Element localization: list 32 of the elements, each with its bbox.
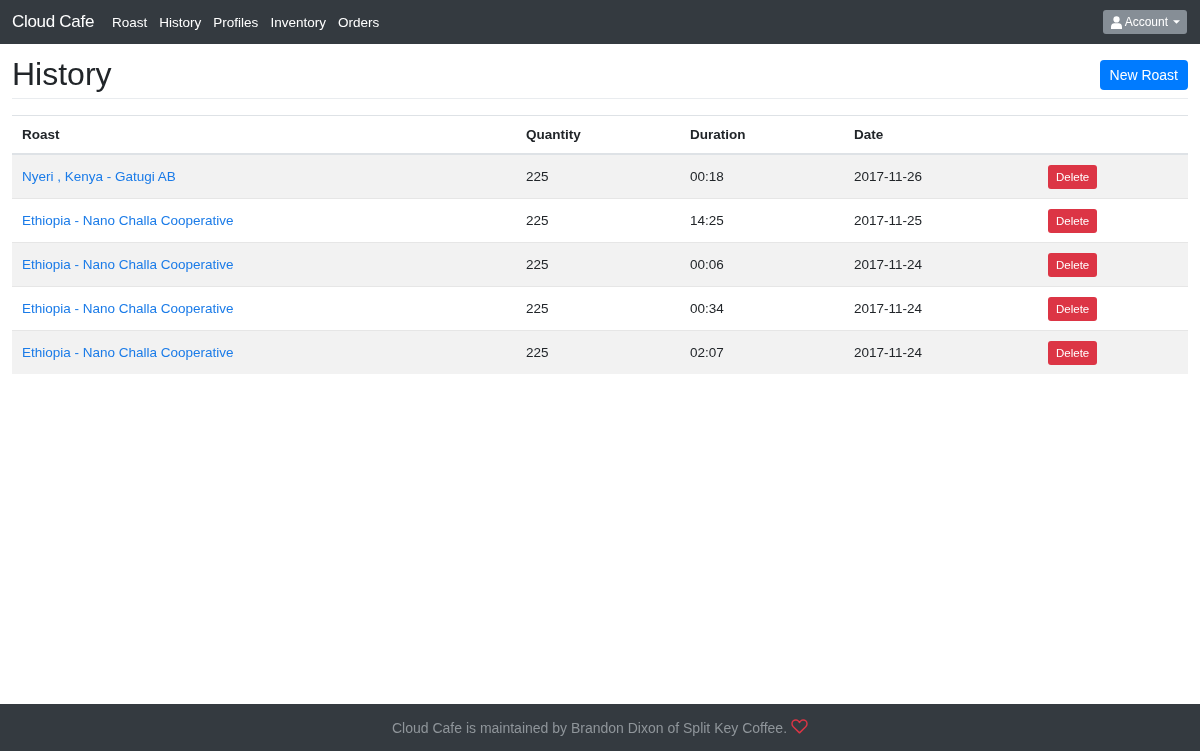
- new-roast-button[interactable]: New Roast: [1099, 60, 1188, 90]
- table-cell: 2017-11-26: [844, 154, 1038, 199]
- table-cell: 225: [516, 330, 680, 374]
- caret-icon: [1173, 20, 1180, 24]
- brand-link[interactable]: Cloud Cafe: [12, 12, 95, 32]
- nav-link[interactable]: Orders: [331, 14, 386, 30]
- delete-button[interactable]: Delete: [1048, 253, 1098, 277]
- table-cell: 225: [516, 154, 680, 199]
- table-cell: 225: [516, 242, 680, 287]
- table-cell: 00:06: [680, 242, 844, 287]
- account-button[interactable]: Account: [1102, 10, 1187, 34]
- table-cell: 2017-11-24: [844, 330, 1038, 374]
- table-cell: 02:07: [680, 330, 844, 374]
- table-cell: 00:18: [680, 154, 844, 199]
- nav-link[interactable]: Profiles: [207, 14, 265, 30]
- coffee-origin-link[interactable]: Ethiopia - Nano Challa Cooperative: [22, 301, 234, 316]
- delete-button[interactable]: Delete: [1048, 209, 1098, 233]
- delete-button[interactable]: Delete: [1048, 165, 1098, 189]
- user-icon: [1110, 15, 1122, 29]
- coffee-origin-link[interactable]: Nyeri , Kenya - Gatugi AB: [22, 169, 176, 184]
- table-cell: 2017-11-24: [844, 242, 1038, 287]
- coffee-origin-link[interactable]: Ethiopia - Nano Challa Cooperative: [22, 257, 234, 272]
- nav-link[interactable]: Roast: [106, 14, 154, 30]
- delete-button[interactable]: Delete: [1048, 341, 1098, 365]
- nav-link[interactable]: Inventory: [264, 14, 332, 30]
- nav-link[interactable]: History: [153, 14, 208, 30]
- page-title: History: [12, 54, 112, 94]
- delete-button[interactable]: Delete: [1048, 297, 1098, 321]
- coffee-origin-link[interactable]: Ethiopia - Nano Challa Cooperative: [22, 213, 234, 228]
- footer-text: Cloud Cafe is maintained by Brandon Dixon of Split Key Coffee.: [391, 719, 788, 736]
- coffee-origin-link[interactable]: Ethiopia - Nano Challa Cooperative: [22, 345, 234, 360]
- heart-icon: [791, 719, 809, 734]
